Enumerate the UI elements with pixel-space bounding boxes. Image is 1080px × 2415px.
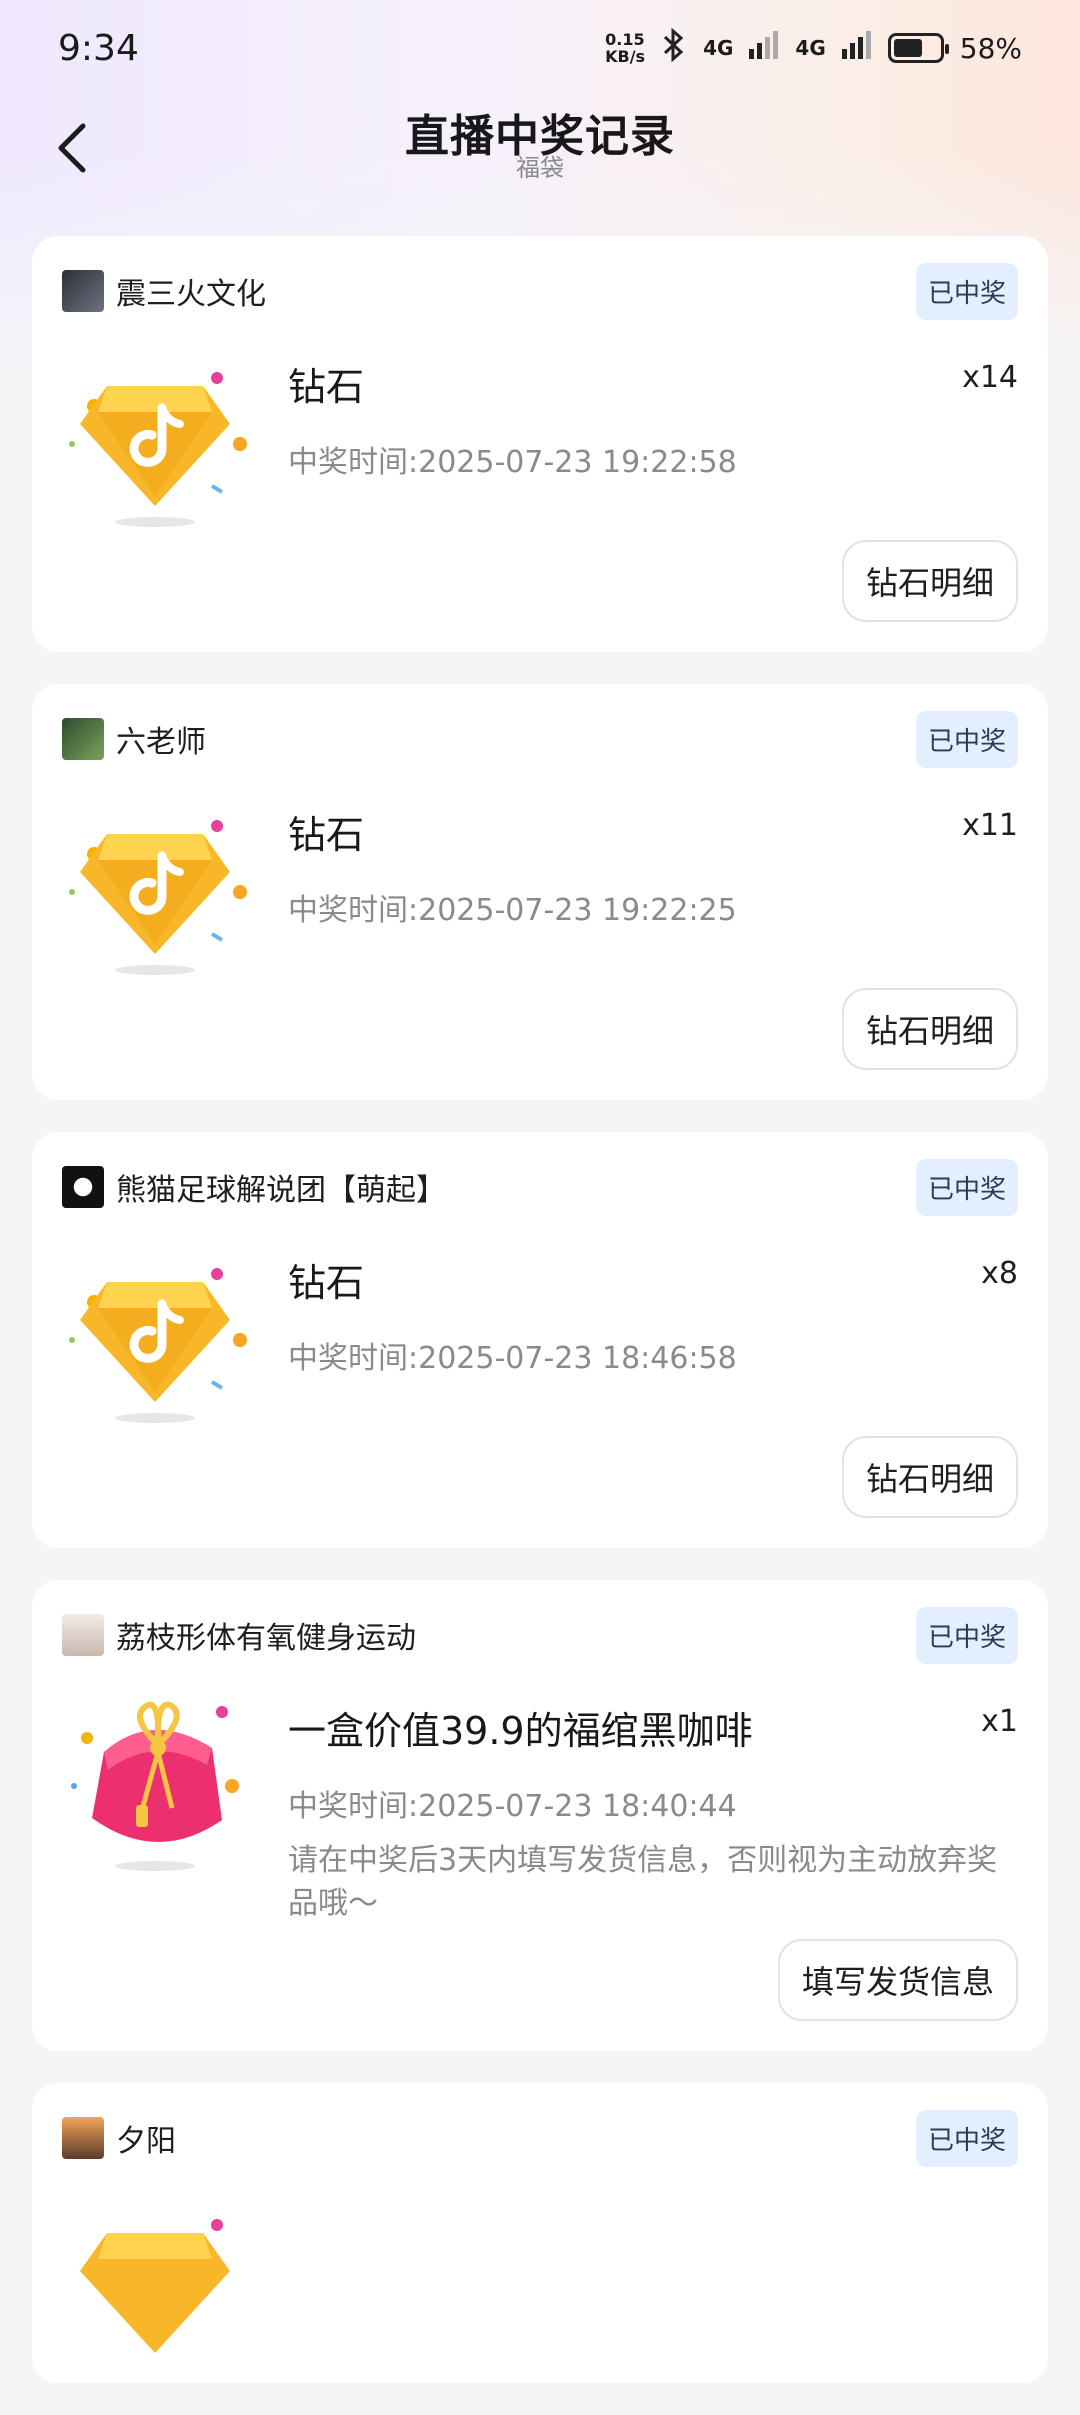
streamer-name: 夕阳 [116, 2124, 176, 2159]
streamer-name: 六老师 [116, 725, 206, 760]
avatar [62, 2117, 104, 2159]
page-header: 直播中奖记录 福袋 [0, 100, 1080, 210]
status-badge: 已中奖 [915, 2109, 1018, 2167]
diamond-icon [62, 2193, 248, 2379]
network-speed: 0.15 KB/s [605, 31, 645, 65]
signal-2-label: 4G [795, 36, 826, 60]
signal-1-label: 4G [703, 36, 734, 60]
lucky-bag-icon [62, 1690, 248, 1876]
status-time: 9:34 [58, 27, 139, 69]
prize-record-card[interactable]: 荔枝形体有氧健身运动 已中奖 一盒价值39.9的福绾黑咖啡 x1 中奖时间:20… [32, 1580, 1048, 2051]
status-badge: 已中奖 [915, 262, 1018, 320]
prize-name: 钻石 [288, 813, 365, 857]
battery-percent: 58% [959, 31, 1022, 65]
shipping-notice: 请在中奖后3天内填写发货信息，否则视为主动放弃奖品哦～ [288, 1843, 998, 1921]
status-bar: 9:34 0.15 KB/s 4G 4G 58% [0, 0, 1080, 96]
prize-name: 钻石 [288, 1261, 365, 1305]
streamer-name: 熊猫足球解说团【萌起】 [116, 1173, 446, 1208]
status-badge: 已中奖 [915, 710, 1018, 768]
status-badge: 已中奖 [915, 1606, 1018, 1664]
streamer-info[interactable]: 六老师 [62, 717, 206, 761]
diamond-detail-button[interactable]: 钻石明细 [841, 540, 1018, 622]
streamer-name: 荔枝形体有氧健身运动 [116, 1621, 416, 1656]
avatar [62, 1166, 104, 1208]
streamer-info[interactable]: 荔枝形体有氧健身运动 [62, 1613, 416, 1657]
prize-record-list: 震三火文化 已中奖 钻石 x14 中奖时间:2025-07-23 19:22:5… [32, 236, 1048, 2415]
win-time: 中奖时间:2025-07-23 19:22:58 [288, 445, 737, 480]
fill-shipping-info-button[interactable]: 填写发货信息 [777, 1939, 1018, 2021]
prize-record-card[interactable]: 熊猫足球解说团【萌起】 已中奖 钻石 x8 中奖时间:2025-07-23 18… [32, 1132, 1048, 1548]
prize-quantity: x14 [962, 360, 1018, 395]
diamond-icon [62, 346, 248, 532]
signal-strength-icon [841, 30, 872, 66]
prize-name: 钻石 [288, 365, 365, 409]
streamer-name: 震三火文化 [116, 277, 266, 312]
prize-record-card[interactable]: 六老师 已中奖 钻石 x11 中奖时间:2025-07-23 19:22:25 … [32, 684, 1048, 1100]
page-subtitle: 福袋 [516, 154, 564, 182]
prize-quantity: x1 [981, 1704, 1018, 1739]
network-speed-value: 0.15 [605, 30, 645, 49]
diamond-icon [62, 794, 248, 980]
avatar [62, 718, 104, 760]
streamer-info[interactable]: 熊猫足球解说团【萌起】 [62, 1165, 446, 1209]
avatar [62, 270, 104, 312]
signal-strength-icon [749, 30, 779, 66]
status-badge: 已中奖 [915, 1158, 1018, 1216]
diamond-detail-button[interactable]: 钻石明细 [841, 988, 1018, 1070]
prize-record-card[interactable]: 震三火文化 已中奖 钻石 x14 中奖时间:2025-07-23 19:22:5… [32, 236, 1048, 652]
bluetooth-icon [661, 27, 687, 69]
battery-icon [887, 33, 949, 63]
win-time: 中奖时间:2025-07-23 18:46:58 [288, 1341, 737, 1376]
streamer-info[interactable]: 震三火文化 [62, 269, 266, 313]
diamond-icon [62, 1242, 248, 1428]
status-icons: 0.15 KB/s 4G 4G 58% [605, 27, 1022, 69]
win-time: 中奖时间:2025-07-23 18:40:44 [288, 1789, 737, 1824]
streamer-info[interactable]: 夕阳 [62, 2116, 176, 2160]
prize-record-card[interactable]: 夕阳 已中奖 [32, 2083, 1048, 2383]
avatar [62, 1614, 104, 1656]
network-speed-unit: KB/s [605, 47, 646, 66]
prize-name: 一盒价值39.9的福绾黑咖啡 [288, 1709, 753, 1753]
diamond-detail-button[interactable]: 钻石明细 [841, 1436, 1018, 1518]
win-time: 中奖时间:2025-07-23 19:22:25 [288, 893, 737, 928]
prize-quantity: x8 [981, 1256, 1018, 1291]
prize-quantity: x11 [962, 808, 1018, 843]
